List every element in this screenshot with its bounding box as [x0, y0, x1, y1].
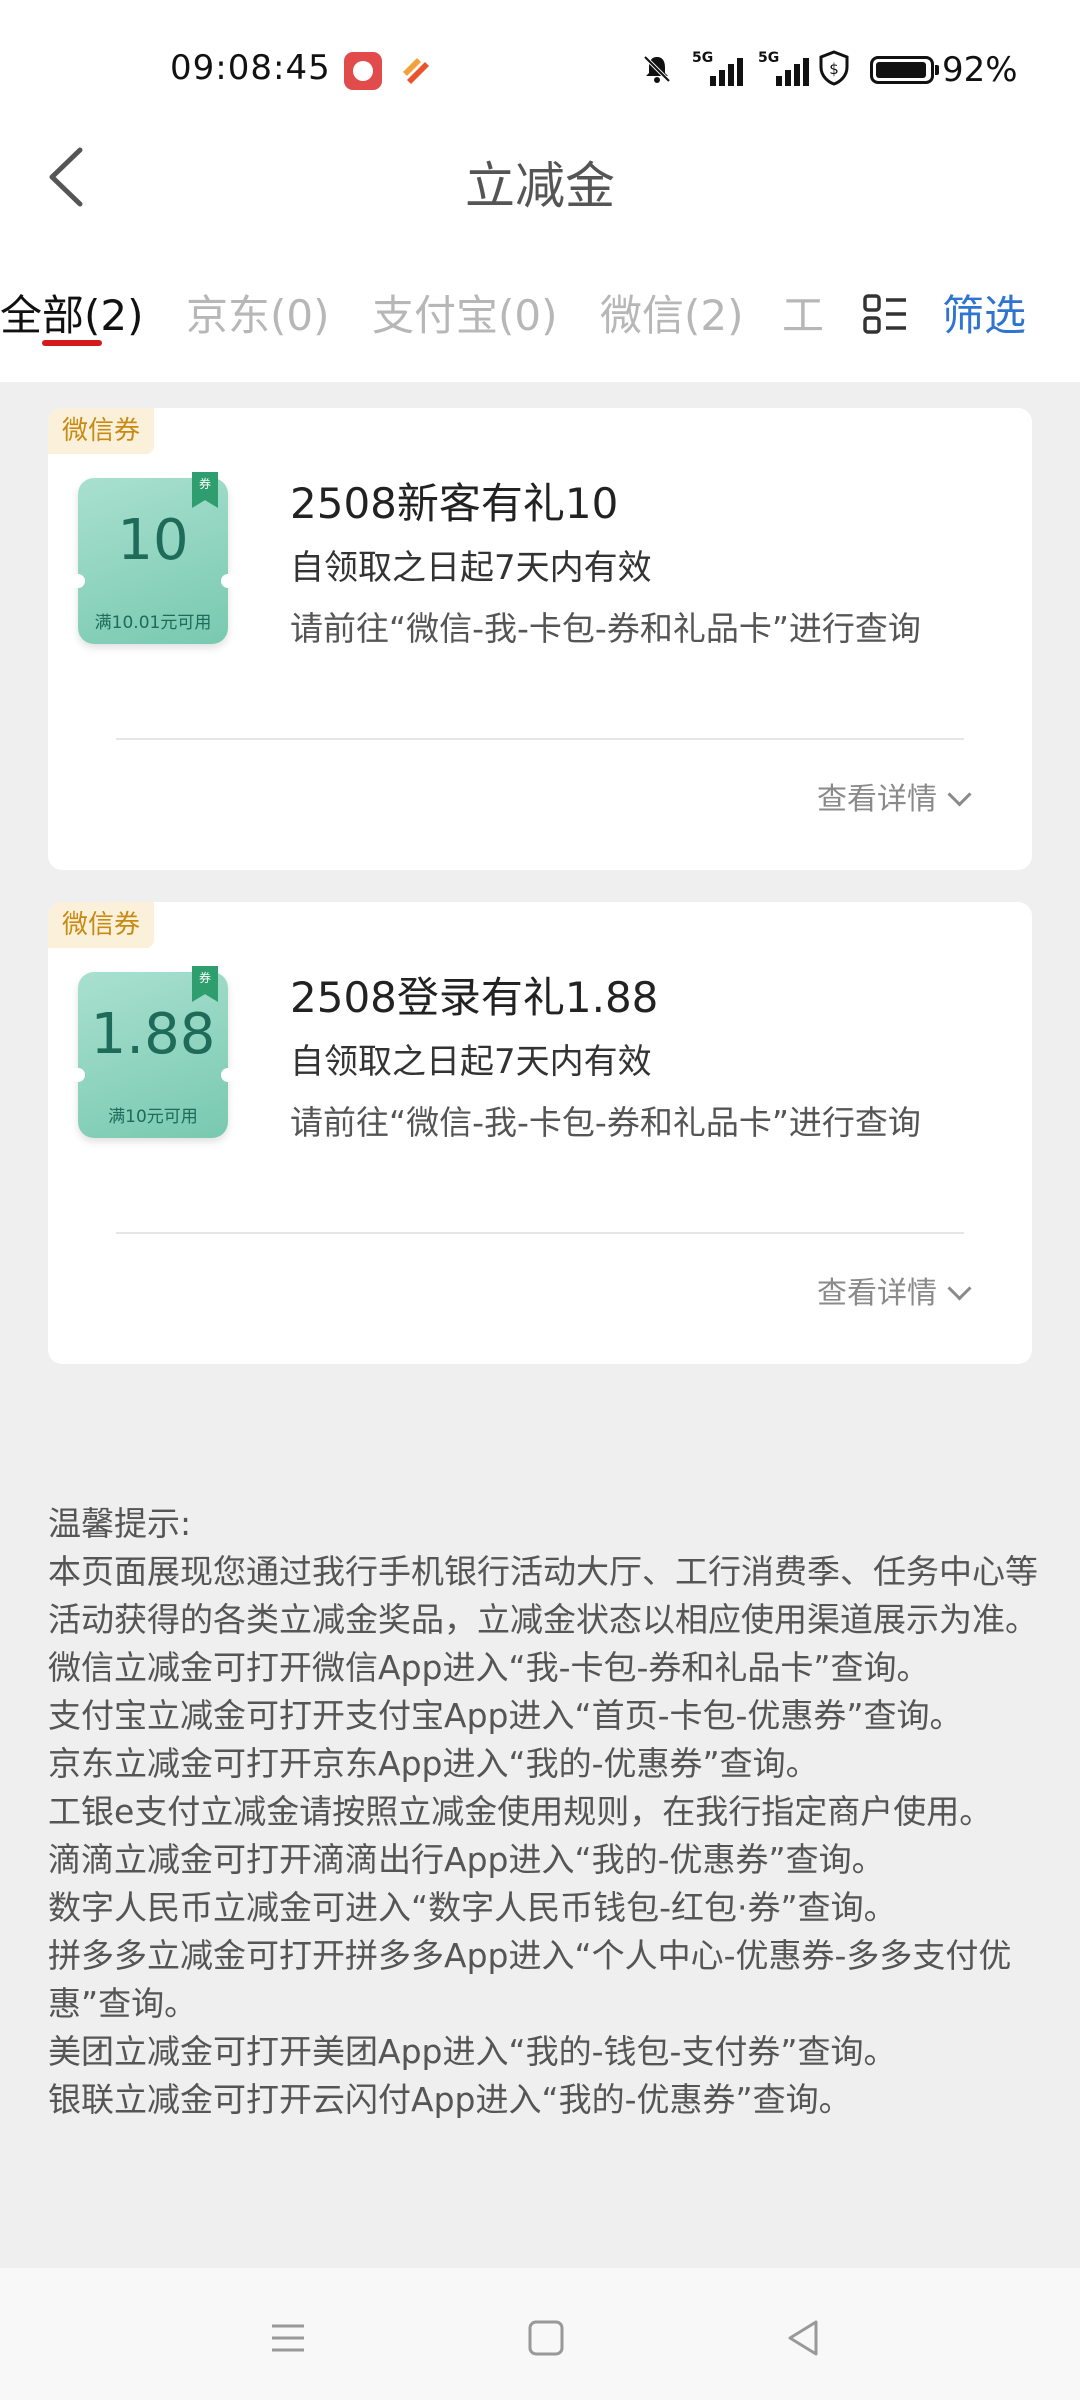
coupon-ticket-icon: 券 10 满10.01元可用: [71, 472, 235, 644]
chevron-down-icon: [947, 1276, 972, 1301]
tips-line: 支付宝立减金可打开支付宝App进入“首页-卡包-优惠券”查询。: [48, 1696, 963, 1735]
status-time: 09:08:45: [170, 48, 331, 88]
coupon-badge: 券: [192, 966, 218, 1002]
coupon-type-tag: 微信券: [48, 408, 155, 454]
mute-bell-icon: [643, 55, 671, 83]
tips-line: 工银e支付立减金请按照立减金使用规则，在我行指定商户使用。: [48, 1792, 993, 1831]
coupon-validity: 自领取之日起7天内有效: [290, 548, 652, 588]
coupon-validity: 自领取之日起7天内有效: [290, 1042, 652, 1082]
tips-line: 拼多多立减金可打开拼多多App进入“个人中心-优惠券-多多支付优惠”查询。: [48, 1936, 1012, 2023]
coupon-amount: 10: [117, 508, 189, 573]
tips-line: 本页面展现您通过我行手机银行活动大厅、工行消费季、任务中心等活动获得的各类立减金…: [48, 1552, 1038, 1639]
view-details-button[interactable]: 查看详情: [817, 1268, 972, 1312]
coupon-card[interactable]: 微信券 券 10 满10.01元可用 2508新客有礼10 自领取之日起7天内有…: [48, 408, 1032, 870]
tips-line: 滴滴立减金可打开滴滴出行App进入“我的-优惠券”查询。: [48, 1840, 885, 1879]
coupon-title: 2508新客有礼10: [290, 479, 619, 528]
back-nav-icon[interactable]: [774, 2308, 834, 2368]
divider: [116, 1232, 964, 1234]
tab-wechat[interactable]: 微信(2): [600, 282, 744, 343]
tips-line: 数字人民币立减金可进入“数字人民币钱包-红包·券”查询。: [48, 1888, 897, 1927]
coupon-badge: 券: [192, 472, 218, 508]
coupon-condition: 满10元可用: [108, 1107, 198, 1127]
battery-icon: [870, 56, 939, 84]
tips-section: 温馨提示: 本页面展现您通过我行手机银行活动大厅、工行消费季、任务中心等活动获得…: [48, 1500, 1038, 2124]
filter-button[interactable]: 筛选: [942, 282, 1026, 343]
coupon-amount: 1.88: [90, 1002, 216, 1067]
tips-line: 银联立减金可打开云闪付App进入“我的-优惠券”查询。: [48, 2080, 852, 2119]
tips-line: 美团立减金可打开美团App进入“我的-钱包-支付券”查询。: [48, 2032, 897, 2071]
app-notification-icon-2: [403, 58, 429, 84]
coupon-condition: 满10.01元可用: [94, 613, 212, 633]
category-grid-icon[interactable]: [862, 292, 908, 338]
menu-icon[interactable]: [258, 2308, 318, 2368]
coupon-hint: 请前往“微信-我-卡包-券和礼品卡”进行查询: [290, 1103, 921, 1142]
tips-heading: 温馨提示:: [48, 1504, 192, 1543]
view-details-label: 查看详情: [817, 782, 937, 817]
tips-line: 微信立减金可打开微信App进入“我-卡包-券和礼品卡”查询。: [48, 1648, 930, 1687]
coupon-card[interactable]: 微信券 券 1.88 满10元可用 2508登录有礼1.88 自领取之日起7天内…: [48, 902, 1032, 1364]
divider: [116, 738, 964, 740]
view-details-label: 查看详情: [817, 1276, 937, 1311]
tab-alipay[interactable]: 支付宝(0): [372, 282, 558, 343]
system-nav-bar: [0, 2268, 1080, 2400]
home-icon[interactable]: [516, 2308, 576, 2368]
svg-text:$: $: [829, 60, 839, 78]
chevron-down-icon: [947, 782, 972, 807]
status-icons: 5G 5G $ 92%: [600, 44, 1080, 94]
tab-all[interactable]: 全部(2): [0, 282, 144, 343]
tips-line: 京东立减金可打开京东App进入“我的-优惠券”查询。: [48, 1744, 819, 1783]
app-notification-icon: [344, 52, 382, 90]
tab-icbc[interactable]: 工: [782, 282, 824, 343]
page-title: 立减金: [465, 157, 615, 215]
coupon-ticket-icon: 券 1.88 满10元可用: [71, 966, 235, 1138]
battery-level: 92%: [942, 50, 1018, 90]
tab-bar: 全部(2) 京东(0) 支付宝(0) 微信(2) 工: [0, 282, 840, 352]
active-tab-indicator: [42, 340, 102, 346]
view-details-button[interactable]: 查看详情: [817, 774, 972, 818]
coupon-title: 2508登录有礼1.88: [290, 973, 659, 1022]
tab-jd[interactable]: 京东(0): [186, 282, 330, 343]
shield-icon: $: [819, 50, 849, 86]
coupon-type-tag: 微信券: [48, 902, 155, 948]
coupon-hint: 请前往“微信-我-卡包-券和礼品卡”进行查询: [290, 609, 921, 648]
